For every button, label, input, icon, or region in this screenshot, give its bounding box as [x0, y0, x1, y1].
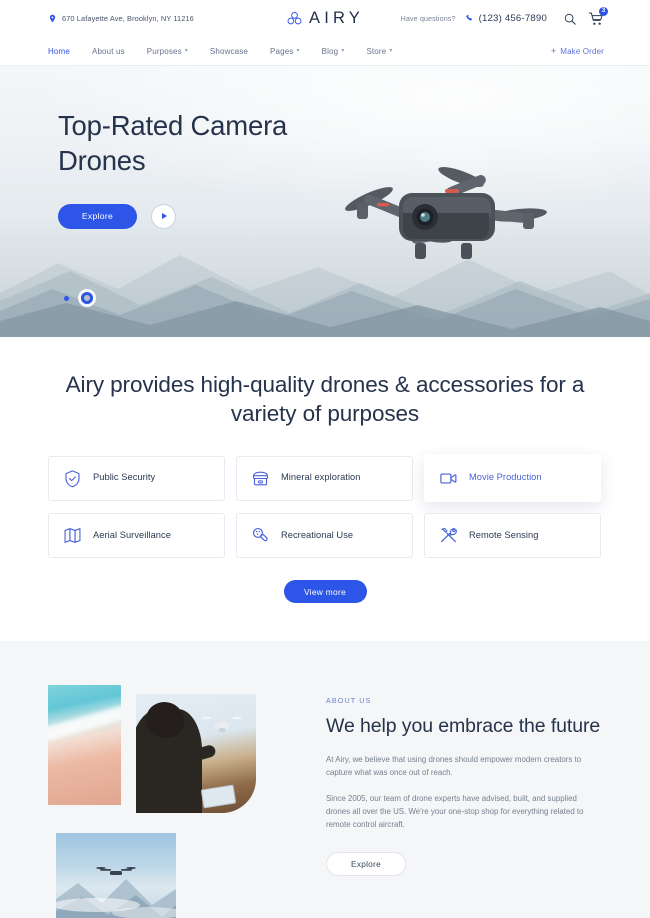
- nav-item-store[interactable]: Store ▾: [366, 47, 392, 56]
- purposes-section: Airy provides high-quality drones & acce…: [0, 337, 650, 641]
- search-icon[interactable]: [563, 12, 577, 26]
- mountain-scene: [56, 867, 176, 918]
- mining-box-icon: [252, 471, 269, 485]
- purpose-card-mineral-exploration[interactable]: Mineral exploration: [236, 455, 413, 501]
- nav-item-label: Home: [48, 46, 70, 56]
- aerial-beach-photo: [48, 685, 121, 805]
- drone-over-mountains-photo: [56, 833, 176, 918]
- play-icon: [161, 213, 167, 220]
- purpose-card-label: Remote Sensing: [469, 529, 539, 540]
- main-navigation: Home About us Purposes ▾ Showcase Pages …: [0, 37, 650, 66]
- video-camera-icon: [440, 472, 457, 484]
- landing-page: 670 Lafayette Ave, Brooklyn, NY 11216 Ha…: [0, 0, 650, 918]
- view-more-wrap: View more: [0, 580, 650, 603]
- purpose-card-label: Recreational Use: [281, 529, 354, 540]
- chevron-down-icon: ▾: [184, 47, 188, 54]
- store-address-text: 670 Lafayette Ave, Brooklyn, NY 11216: [62, 14, 194, 23]
- about-image-collage: [48, 685, 288, 918]
- hero-actions: Explore: [58, 203, 650, 229]
- purpose-card-label: Aerial Surveillance: [93, 529, 171, 540]
- phone-number: (123) 456-7890: [478, 13, 547, 24]
- top-bar-right: Have questions? (123) 456-7890 3: [400, 6, 608, 27]
- hero-carousel-dots: [64, 292, 93, 304]
- nav-item-purposes[interactable]: Purposes ▾: [147, 47, 188, 56]
- purpose-card-label: Movie Production: [469, 472, 542, 483]
- view-more-button[interactable]: View more: [283, 580, 367, 603]
- drone-pilot-photo: [136, 694, 256, 813]
- purpose-card-remote-sensing[interactable]: Remote Sensing: [424, 513, 601, 558]
- top-bar: 670 Lafayette Ave, Brooklyn, NY 11216 Ha…: [0, 0, 650, 37]
- purpose-card-aerial-surveillance[interactable]: Aerial Surveillance: [48, 513, 225, 558]
- carousel-dot-1[interactable]: [64, 295, 69, 301]
- hero-section: Top-Rated Camera Drones Explore: [0, 66, 650, 337]
- hero-content: Top-Rated Camera Drones Explore: [0, 66, 650, 229]
- mountain-layer-foreground: [0, 301, 650, 337]
- hero-title: Top-Rated Camera Drones: [58, 110, 288, 176]
- pilot-head: [146, 702, 184, 738]
- nav-item-label: Store: [366, 46, 387, 56]
- about-text-column: ABOUT US We help you embrace the future …: [288, 685, 602, 876]
- purpose-card-movie-production[interactable]: Movie Production: [424, 454, 601, 502]
- nav-item-label: About us: [91, 46, 125, 56]
- map-icon: [64, 528, 81, 543]
- purposes-card-grid: Public Security Mineral exploration Movi…: [48, 454, 602, 558]
- cart-count-badge: 3: [599, 6, 608, 16]
- purpose-card-label: Mineral exploration: [281, 472, 361, 483]
- airy-trefoil-logo-icon: [287, 12, 302, 25]
- have-questions-label: Have questions?: [400, 14, 456, 23]
- nav-item-pages[interactable]: Pages ▾: [270, 47, 300, 56]
- purpose-card-recreational-use[interactable]: Recreational Use: [236, 513, 413, 558]
- about-paragraph-1: At Airy, we believe that using drones sh…: [326, 754, 582, 777]
- about-eyebrow: ABOUT US: [326, 696, 372, 705]
- shopping-cart-button[interactable]: 3: [588, 6, 608, 27]
- about-title: We help you embrace the future: [326, 715, 601, 737]
- shield-check-icon: [65, 469, 80, 487]
- phone-link[interactable]: (123) 456-7890: [465, 13, 547, 24]
- chevron-down-icon: ▾: [389, 47, 393, 54]
- nav-item-label: Blog: [321, 46, 339, 56]
- phone-icon: [465, 14, 472, 21]
- plus-icon: +: [550, 45, 557, 56]
- make-order-button[interactable]: + Make Order: [550, 45, 604, 56]
- nav-item-about-us[interactable]: About us: [92, 47, 125, 56]
- purpose-card-label: Public Security: [93, 472, 156, 483]
- store-address: 670 Lafayette Ave, Brooklyn, NY 11216: [48, 14, 194, 23]
- purpose-card-public-security[interactable]: Public Security: [48, 455, 225, 501]
- about-paragraph-2: Since 2005, our team of drone experts ha…: [326, 794, 584, 829]
- nav-item-label: Purposes: [146, 46, 182, 56]
- nav-item-label: Showcase: [209, 46, 249, 56]
- make-order-label: Make Order: [560, 46, 604, 56]
- hero-explore-button[interactable]: Explore: [58, 203, 137, 229]
- nav-item-home[interactable]: Home: [48, 47, 70, 56]
- joystick-icon: [252, 527, 268, 542]
- chevron-down-icon: ▾: [296, 47, 300, 54]
- logo-text: AIRY: [308, 9, 364, 27]
- purposes-heading: Airy provides high-quality drones & acce…: [65, 372, 585, 427]
- location-pin-icon: [49, 14, 56, 23]
- hero-play-button[interactable]: [151, 203, 176, 229]
- about-explore-button[interactable]: Explore: [326, 851, 406, 876]
- nav-item-blog[interactable]: Blog ▾: [322, 47, 345, 56]
- pilot-tablet: [200, 784, 237, 809]
- quadcopter-icon: [202, 716, 242, 732]
- chevron-down-icon: ▾: [341, 47, 345, 54]
- nav-item-label: Pages: [270, 46, 294, 56]
- nav-items: Home About us Purposes ▾ Showcase Pages …: [48, 47, 392, 56]
- tools-icon: [441, 527, 457, 543]
- nav-item-showcase[interactable]: Showcase: [210, 47, 248, 56]
- about-inner: ABOUT US We help you embrace the future …: [48, 685, 602, 918]
- carousel-dot-2[interactable]: [81, 292, 93, 304]
- about-section: ABOUT US We help you embrace the future …: [0, 641, 650, 918]
